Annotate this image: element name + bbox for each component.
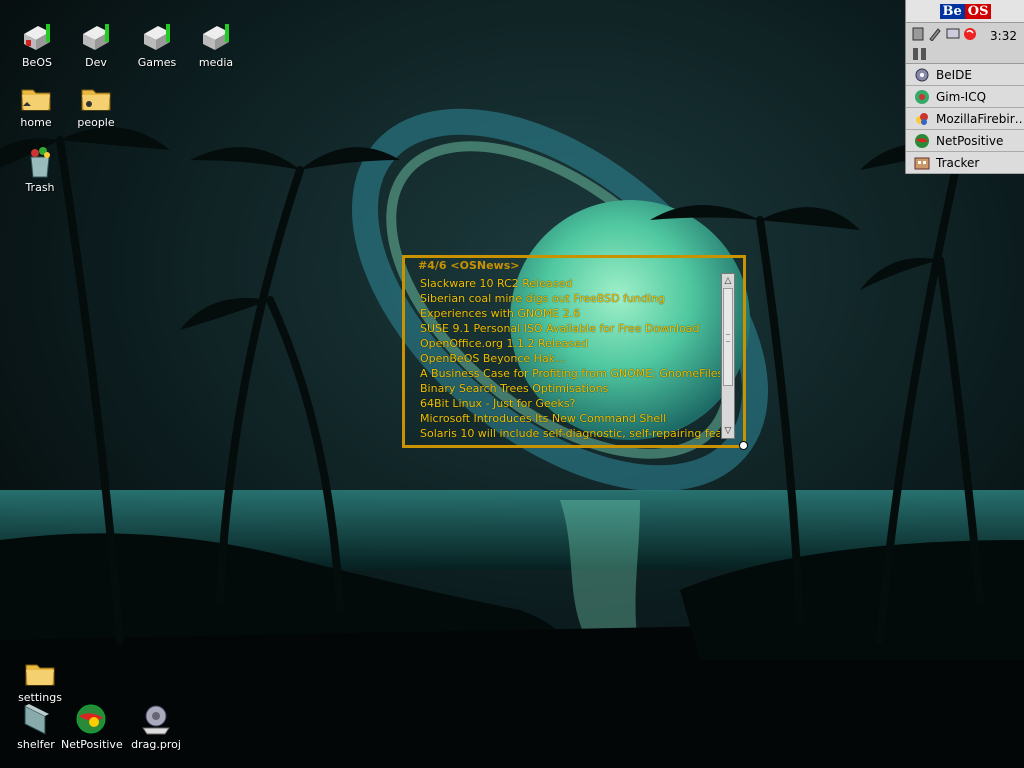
- folder-icon: [25, 664, 55, 686]
- desktop-icon-label: NetPositive: [61, 738, 123, 751]
- be-logo-os: OS: [964, 3, 992, 19]
- desktop-icon-home[interactable]: home: [4, 80, 68, 129]
- firebird-icon: [916, 112, 928, 125]
- netpositive-icon: [76, 704, 106, 734]
- deskbar-app-mozilla-firebird[interactable]: MozillaFirebir…: [906, 108, 1024, 130]
- beide-icon: [915, 68, 929, 81]
- shelf-icon: [24, 704, 49, 735]
- home-folder-icon: [21, 89, 51, 111]
- desktop-icon-netpositive[interactable]: NetPositive: [59, 702, 123, 751]
- news-item[interactable]: OpenOffice.org 1.1.2 Released: [420, 336, 720, 351]
- news-item[interactable]: Microsoft Introduces Its New Command She…: [420, 411, 720, 426]
- news-item[interactable]: A Business Case for Profiting from GNOME…: [420, 366, 720, 381]
- news-item[interactable]: SUSE 9.1 Personal ISO Available for Free…: [420, 321, 720, 336]
- scroll-up-arrow-icon[interactable]: △: [722, 275, 734, 287]
- desktop-icon-label: drag.proj: [131, 738, 181, 751]
- pencil-tray-icon[interactable]: [928, 27, 942, 41]
- desktop-icon-beos[interactable]: BeOS: [5, 20, 69, 69]
- news-item[interactable]: 64Bit Linux - Just for Geeks?: [420, 396, 720, 411]
- news-item[interactable]: Siberian coal mine digs out FreeBSD fund…: [420, 291, 720, 306]
- disk-drive-icon: [144, 24, 170, 50]
- desktop-icon-settings[interactable]: settings: [8, 655, 72, 704]
- desktop-icon-label: shelfer: [17, 738, 55, 751]
- desktop-icon-games[interactable]: Games: [125, 20, 189, 69]
- deskbar-app-label: NetPositive: [936, 133, 1004, 148]
- firebird-tray-icon[interactable]: [963, 27, 977, 41]
- disk-drive-icon: [83, 24, 109, 50]
- news-scrollbar[interactable]: △ ▽: [721, 273, 735, 439]
- desktop-icon-label: media: [198, 56, 234, 69]
- desktop-icon-drag-proj[interactable]: drag.proj: [124, 702, 188, 751]
- deskbar-app-gim-icq[interactable]: Gim-ICQ: [906, 86, 1024, 108]
- deskbar-app-beide[interactable]: BeIDE: [906, 64, 1024, 86]
- desktop-icon-label: BeOS: [22, 56, 52, 69]
- scrollbar-thumb[interactable]: [723, 288, 733, 386]
- news-item[interactable]: Solaris 10 will include self-diagnostic,…: [420, 426, 720, 441]
- scroll-down-arrow-icon[interactable]: ▽: [722, 425, 734, 437]
- news-item[interactable]: Slackware 10 RC2 Released: [420, 276, 720, 291]
- desktop-icon-label: Games: [137, 56, 177, 69]
- disk-tray-icon[interactable]: [911, 27, 925, 41]
- deskbar-app-label: Tracker: [936, 155, 980, 170]
- replicant-handle-icon[interactable]: [739, 441, 748, 450]
- project-icon: [142, 705, 170, 735]
- desktop-icon-people[interactable]: people: [64, 80, 128, 129]
- desktop-icon-label: Dev: [85, 56, 107, 69]
- news-item[interactable]: OpenBeOS Beyonce Hak...: [420, 351, 720, 366]
- desktop-icon-label: Trash: [25, 181, 55, 194]
- deskbar-app-label: BeIDE: [936, 67, 972, 82]
- clock[interactable]: 3:32: [990, 29, 1017, 43]
- disk-drive-icon: [203, 24, 229, 50]
- deskbar-app-label: MozillaFirebir…: [936, 111, 1024, 126]
- news-item[interactable]: Experiences with GNOME 2.6: [420, 306, 720, 321]
- grip-icon: [726, 334, 730, 342]
- desktop-icon-label: home: [20, 116, 52, 129]
- osnews-title: #4/6 <OSNews>: [418, 259, 520, 272]
- desktop-icon-trash[interactable]: Trash: [8, 145, 72, 194]
- netpositive-icon: [915, 133, 929, 148]
- news-item[interactable]: Binary Search Trees Optimisations: [420, 381, 720, 396]
- deskbar: Be OS 3:32 BeIDE Gim-ICQ MozillaFirebir……: [905, 0, 1024, 174]
- desktop-icon-dev[interactable]: Dev: [64, 20, 128, 69]
- icq-flower-icon: [915, 89, 929, 104]
- desktop-icon-label: people: [77, 116, 115, 129]
- trash-icon: [30, 147, 50, 178]
- tracker-icon: [914, 157, 930, 169]
- monitor-tray-icon[interactable]: [946, 27, 960, 41]
- deskbar-app-tracker[interactable]: Tracker: [906, 152, 1024, 174]
- disk-drive-icon: [24, 24, 50, 50]
- people-folder-icon: [81, 89, 111, 111]
- osnews-replicant: #4/6 <OSNews> Slackware 10 RC2 Released …: [402, 255, 746, 448]
- news-list: Slackware 10 RC2 Released Siberian coal …: [420, 276, 720, 444]
- system-tray: 3:32: [906, 23, 1024, 64]
- desktop-icon-media[interactable]: media: [184, 20, 248, 69]
- be-logo: Be OS: [939, 3, 992, 19]
- deskbar-app-netpositive[interactable]: NetPositive: [906, 130, 1024, 152]
- deskbar-app-label: Gim-ICQ: [936, 89, 987, 104]
- pause-icon[interactable]: [912, 47, 928, 61]
- be-logo-be: Be: [939, 3, 965, 19]
- be-menu-button[interactable]: Be OS: [906, 0, 1024, 23]
